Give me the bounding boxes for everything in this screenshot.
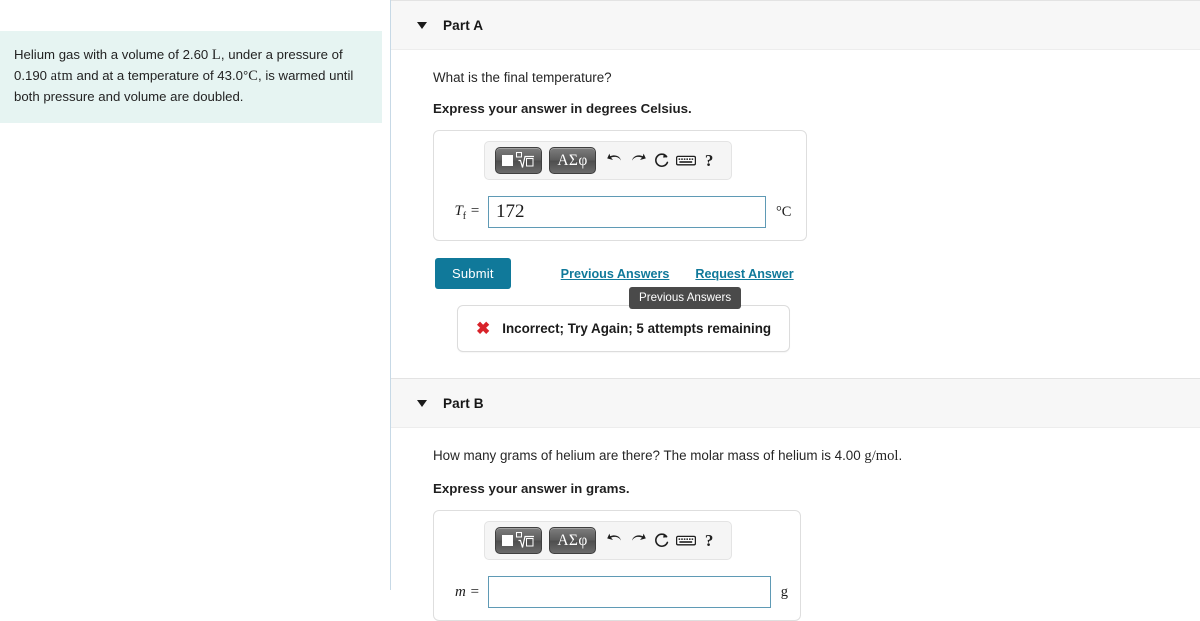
reset-circular-arrow-shape [655, 532, 669, 547]
reset-icon[interactable] [650, 149, 674, 173]
part-a-instruction: Express your answer in degrees Celsius. [433, 101, 692, 117]
part-a-body: What is the final temperature? Express y… [391, 50, 1200, 378]
undo-arrow-shape [607, 153, 622, 161]
square-icon [502, 155, 513, 167]
part-b-question: How many grams of helium are there? The … [433, 448, 903, 465]
undo-icon[interactable] [603, 149, 627, 173]
request-answer-link[interactable]: Request Answer [695, 267, 793, 281]
keyboard-shape [675, 155, 696, 166]
keyboard-icon[interactable] [674, 529, 698, 553]
keyboard-icon[interactable] [674, 149, 698, 173]
keyboard-shape [675, 535, 696, 546]
part-a-question: What is the final temperature? [433, 70, 612, 85]
part-b-answer-card: ΑΣφ ? m = g [433, 510, 801, 621]
caret-down-icon[interactable] [417, 399, 427, 407]
answer-pane: Part A What is the final temperature? Ex… [391, 0, 1200, 621]
problem-statement-pane: Helium gas with a volume of 2.60 L, unde… [0, 0, 391, 590]
unit-liters: L [211, 47, 221, 63]
part-a-unit-label: °C [776, 203, 792, 220]
part-b-answer-input[interactable] [487, 576, 771, 608]
greek-symbols-button[interactable]: ΑΣφ [549, 147, 596, 175]
part-a-feedback-box: ✖ Incorrect; Try Again; 5 attempts remai… [457, 305, 791, 353]
square-icon [502, 535, 513, 546]
part-b-header[interactable]: Part B [391, 378, 1200, 429]
nth-root-icon [516, 531, 534, 548]
redo-icon[interactable] [627, 149, 651, 173]
x-mark-icon: ✖ [476, 319, 491, 339]
submit-button[interactable]: Submit [435, 258, 511, 290]
problem-page: Helium gas with a volume of 2.60 L, unde… [0, 0, 1200, 621]
math-template-button[interactable] [495, 147, 542, 175]
problem-statement-box: Helium gas with a volume of 2.60 L, unde… [0, 31, 382, 123]
redo-icon[interactable] [627, 529, 651, 553]
redo-arrow-shape [631, 153, 646, 161]
template-glyph [502, 151, 535, 170]
math-template-button[interactable] [495, 527, 542, 554]
part-a-answer-input[interactable] [488, 196, 766, 229]
part-a-header[interactable]: Part A [391, 0, 1200, 50]
redo-arrow-shape [631, 533, 646, 541]
part-b-input-row: m = g [446, 576, 788, 608]
unit-celsius: C [248, 68, 259, 85]
help-icon[interactable]: ? [697, 149, 721, 173]
reset-circular-arrow-shape [655, 152, 669, 167]
greek-glyph: ΑΣφ [557, 531, 588, 549]
part-a-math-toolbar: ΑΣφ ? [484, 141, 732, 181]
part-a-variable-label: Tf = [454, 202, 480, 222]
part-b-title: Part B [443, 395, 484, 411]
template-glyph [502, 531, 535, 550]
part-b-unit-label: g [780, 583, 788, 600]
part-a-feedback-wrapper: ✖ Incorrect; Try Again; 5 attempts remai… [457, 287, 791, 353]
part-b-math-toolbar: ΑΣφ ? [484, 521, 732, 560]
part-a-input-row: Tf = °C [446, 196, 794, 229]
part-b-instruction: Express your answer in grams. [433, 481, 630, 496]
help-icon[interactable]: ? [697, 529, 721, 553]
problem-statement-text: Helium gas with a volume of 2.60 L, unde… [14, 47, 354, 105]
part-b-body: How many grams of helium are there? The … [391, 428, 1200, 621]
part-a-feedback-message: Incorrect; Try Again; 5 attempts remaini… [502, 321, 772, 337]
part-a-title: Part A [443, 17, 484, 33]
nth-root-icon [516, 151, 534, 168]
greek-glyph: ΑΣφ [557, 151, 588, 169]
part-a-submit-row: Submit Previous Answers Request Answer [435, 258, 1200, 290]
reset-icon[interactable] [650, 529, 674, 553]
part-a-answer-card: ΑΣφ ? Tf = 172 °C [433, 130, 807, 242]
part-b-variable-label: m = [455, 583, 480, 600]
unit-g-per-mol: g/mol [864, 448, 899, 465]
undo-icon[interactable] [603, 529, 627, 553]
greek-symbols-button[interactable]: ΑΣφ [549, 527, 596, 554]
undo-arrow-shape [607, 533, 622, 541]
caret-down-icon[interactable] [417, 21, 427, 29]
previous-answers-tooltip: Previous Answers [629, 287, 742, 310]
unit-atm: atm [50, 68, 73, 85]
previous-answers-link[interactable]: Previous Answers [561, 267, 670, 281]
